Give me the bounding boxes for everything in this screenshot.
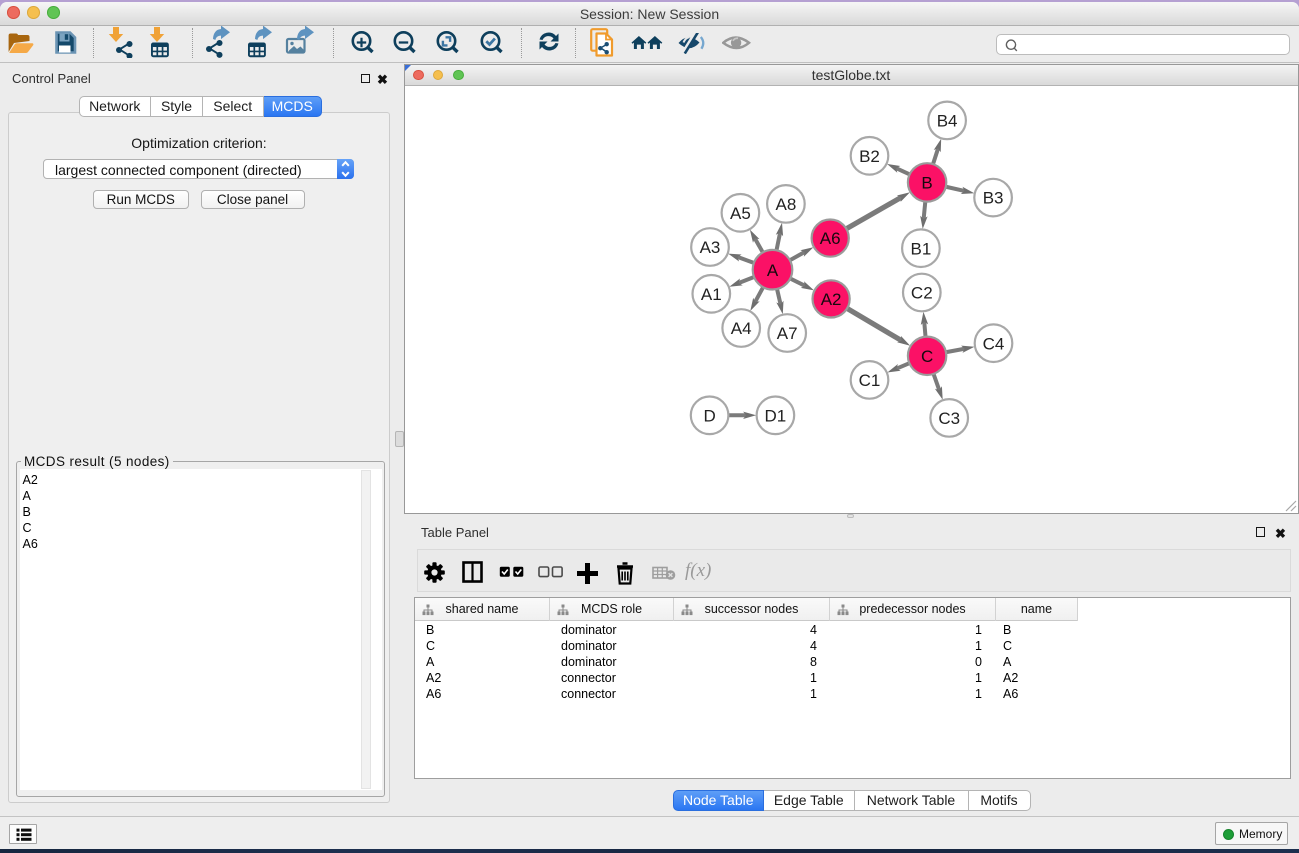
svg-text:B1: B1 <box>910 239 931 258</box>
svg-text:D1: D1 <box>764 406 786 425</box>
svg-text:A5: A5 <box>730 204 751 223</box>
svg-text:B3: B3 <box>982 189 1003 208</box>
svg-text:D: D <box>703 406 715 425</box>
svg-text:A4: A4 <box>730 319 751 338</box>
svg-text:A1: A1 <box>700 285 721 304</box>
svg-text:B4: B4 <box>936 112 957 131</box>
svg-text:A7: A7 <box>776 324 797 343</box>
svg-text:A2: A2 <box>820 290 841 309</box>
svg-text:C2: C2 <box>910 284 932 303</box>
svg-text:A: A <box>766 261 778 280</box>
svg-text:C: C <box>920 347 932 366</box>
svg-text:C1: C1 <box>858 371 880 390</box>
svg-text:A8: A8 <box>775 195 796 214</box>
svg-text:A3: A3 <box>699 238 720 257</box>
svg-text:A6: A6 <box>819 229 840 248</box>
svg-text:C3: C3 <box>938 409 960 428</box>
svg-text:B2: B2 <box>859 147 880 166</box>
svg-text:B: B <box>921 174 932 193</box>
svg-text:C4: C4 <box>982 334 1004 353</box>
